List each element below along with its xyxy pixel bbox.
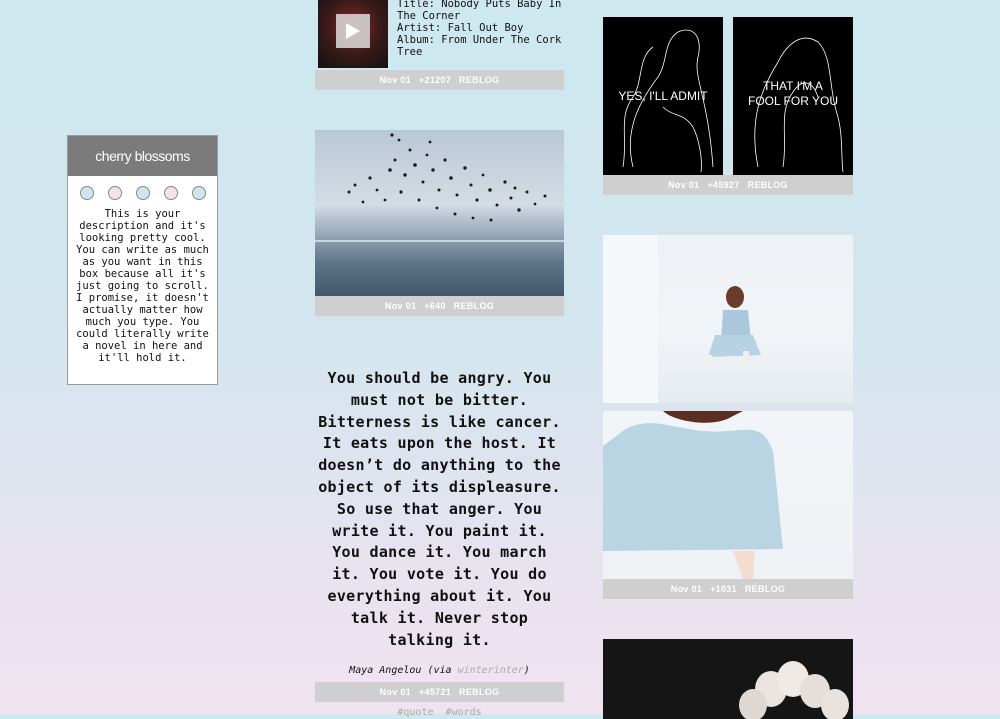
photoset-girl: Nov 01 +1031 REBLOG — [603, 235, 853, 599]
birds-over-sea-photo[interactable] — [315, 130, 564, 296]
nav-dot[interactable] — [135, 186, 150, 200]
reblog-button[interactable]: REBLOG — [459, 687, 499, 697]
blog-title[interactable]: cherry blossoms — [68, 136, 217, 176]
sketch-caption-right-line2: FOOL FOR YOU — [747, 94, 838, 108]
photo-post-birds: Nov 01 +640 REBLOG — [315, 130, 564, 316]
sketch-photo-right[interactable]: THAT I'M A FOOL FOR YOU — [733, 17, 853, 175]
quote-source: Maya Angelou (via winterinter) — [315, 665, 564, 676]
sketch-caption-right-line1: THAT I'M A — [763, 79, 823, 93]
post-date[interactable]: Nov 01 — [380, 687, 411, 697]
reblog-button[interactable]: REBLOG — [748, 180, 788, 190]
track-info: Title: Nobody Puts Baby In The Corner Ar… — [397, 0, 562, 58]
nav-dot[interactable] — [191, 186, 206, 200]
nav-dot[interactable] — [79, 186, 94, 200]
tag-link[interactable]: #words — [446, 707, 482, 718]
reblog-button[interactable]: REBLOG — [454, 301, 494, 311]
tshirt-illustration — [603, 411, 783, 579]
reblog-button[interactable]: REBLOG — [745, 584, 785, 594]
post-info-bar: Nov 01 +45721 REBLOG — [315, 682, 564, 703]
girl-tshirt-photo[interactable] — [603, 411, 853, 579]
via-suffix: ) — [523, 665, 530, 677]
quote-post: You should be angry. You must not be bit… — [315, 368, 564, 718]
track-album: Album: From Under The Cork Tree — [397, 34, 562, 58]
sketch-photo-left[interactable]: YES, I'LL ADMIT — [603, 17, 723, 175]
nav-dots — [68, 186, 217, 200]
girl-sitting-illustration — [603, 235, 761, 403]
birds-illustration — [315, 133, 564, 242]
track-artist: Artist: Fall Out Boy — [397, 22, 524, 34]
blog-description: This is your description and it's lookin… — [76, 208, 209, 364]
post-tags: #quote #words — [315, 707, 564, 718]
album-art — [318, 0, 388, 68]
post-info-bar: Nov 01 +45927 REBLOG — [603, 175, 853, 195]
tag-link[interactable]: #quote — [397, 707, 433, 718]
sketch-caption-left: YES, I'LL ADMIT — [618, 89, 708, 103]
photo-post-balloons[interactable] — [603, 639, 853, 719]
post-info-bar: Nov 01 +1031 REBLOG — [603, 579, 853, 599]
girl-sitting-photo[interactable] — [603, 235, 853, 403]
post-date[interactable]: Nov 01 — [671, 584, 702, 594]
quote-text: You should be angry. You must not be bit… — [318, 369, 561, 649]
quote-author: Maya Angelou — [349, 665, 422, 677]
via-prefix: (via — [427, 665, 458, 677]
sidebar-box: cherry blossoms This is your description… — [67, 135, 218, 385]
post-date[interactable]: Nov 01 — [668, 180, 699, 190]
nav-dot[interactable] — [163, 186, 178, 200]
post-date[interactable]: Nov 01 — [380, 75, 411, 85]
play-button[interactable] — [336, 14, 370, 48]
balloons-illustration — [739, 661, 849, 719]
reblog-button[interactable]: REBLOG — [459, 75, 499, 85]
post-date[interactable]: Nov 01 — [385, 301, 416, 311]
photoset-sketches: YES, I'LL ADMIT THAT I'M A FOOL FOR YOU … — [603, 17, 853, 195]
note-count[interactable]: +1031 — [710, 584, 737, 594]
post-info-bar: Nov 01 +21207 REBLOG — [315, 70, 564, 90]
note-count[interactable]: +640 — [424, 301, 445, 311]
post-info-bar: Nov 01 +640 REBLOG — [315, 296, 564, 316]
play-icon — [346, 23, 360, 39]
note-count[interactable]: +21207 — [419, 75, 451, 85]
via-link[interactable]: winterinter — [458, 665, 524, 676]
note-count[interactable]: +45721 — [419, 687, 451, 697]
note-count[interactable]: +45927 — [707, 180, 739, 190]
nav-dot[interactable] — [107, 186, 122, 200]
sketch-caption-right: THAT I'M A FOOL FOR YOU — [733, 79, 853, 109]
track-title: Title: Nobody Puts Baby In The Corner — [397, 0, 562, 22]
